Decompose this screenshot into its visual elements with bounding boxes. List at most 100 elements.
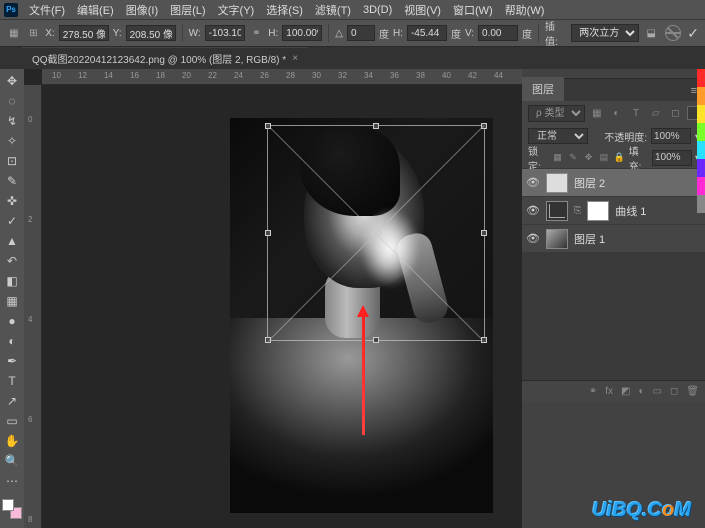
lasso-tool[interactable]: ↯ — [3, 113, 21, 129]
filter-pixel-icon[interactable]: ▦ — [589, 106, 605, 120]
fill-input[interactable] — [652, 150, 692, 166]
lock-pixels-icon[interactable]: ✎ — [567, 151, 579, 165]
swatch[interactable] — [697, 105, 705, 123]
zoom-tool[interactable]: 🔍 — [3, 453, 21, 469]
document-tab[interactable]: QQ截图20220412123642.png @ 100% (图层 2, RGB… — [22, 47, 308, 69]
menu-window[interactable]: 窗口(W) — [448, 0, 498, 20]
blur-tool[interactable]: ● — [3, 313, 21, 329]
h-input[interactable] — [282, 25, 322, 41]
swatch[interactable] — [697, 177, 705, 195]
interp-select[interactable]: 两次立方 — [571, 24, 639, 42]
menu-view[interactable]: 视图(V) — [399, 0, 446, 20]
layer-thumbnail[interactable] — [546, 229, 568, 249]
path-tool[interactable]: ↗ — [3, 393, 21, 409]
warp-icon[interactable]: ⬓ — [643, 25, 659, 41]
visibility-icon[interactable]: 👁 — [526, 232, 540, 246]
healing-tool[interactable]: ✜ — [3, 193, 21, 209]
v-skew-input[interactable] — [478, 25, 518, 41]
layer-row[interactable]: 👁 ⎘ 曲线 1 — [522, 197, 705, 225]
stamp-tool[interactable]: ▲ — [3, 233, 21, 249]
layer-name[interactable]: 图层 2 — [574, 175, 605, 191]
brush-tool[interactable]: ✓ — [3, 213, 21, 229]
ruler-vertical[interactable]: 0 2 4 6 8 — [24, 85, 42, 528]
commit-transform-button[interactable]: ✓ — [687, 25, 699, 42]
transform-tool-icon[interactable]: ▦ — [6, 25, 22, 41]
move-tool[interactable]: ✥ — [3, 73, 21, 89]
gradient-tool[interactable]: ▦ — [3, 293, 21, 309]
swatch[interactable] — [697, 159, 705, 177]
magic-wand-tool[interactable]: ✧ — [3, 133, 21, 149]
foreground-color[interactable] — [2, 499, 14, 511]
delete-icon[interactable]: 🗑 — [686, 386, 699, 397]
swatch[interactable] — [697, 69, 705, 87]
mask-thumbnail[interactable] — [587, 201, 609, 221]
adjustment-icon[interactable]: ◐ — [638, 386, 644, 397]
reference-point-icon[interactable]: ⊞ — [26, 25, 42, 41]
link-mask-icon[interactable]: ⎘ — [574, 205, 581, 216]
layer-thumbnail[interactable] — [546, 173, 568, 193]
layer-name[interactable]: 曲线 1 — [615, 203, 646, 219]
menu-layer[interactable]: 图层(L) — [165, 0, 210, 20]
adjustment-thumbnail[interactable] — [546, 201, 568, 221]
lock-artboard-icon[interactable]: ▤ — [598, 151, 610, 165]
menu-select[interactable]: 选择(S) — [261, 0, 308, 20]
group-icon[interactable]: ▭ — [653, 386, 662, 397]
y-input[interactable] — [126, 25, 176, 41]
visibility-icon[interactable]: 👁 — [526, 176, 540, 190]
document-title: QQ截图20220412123642.png @ 100% (图层 2, RGB… — [32, 51, 286, 66]
lock-transparent-icon[interactable]: ▦ — [551, 151, 563, 165]
filter-smart-icon[interactable]: ◻ — [668, 106, 684, 120]
link-layers-icon[interactable]: ⚭ — [589, 386, 597, 397]
x-input[interactable] — [59, 25, 109, 41]
swatch[interactable] — [697, 87, 705, 105]
swatch[interactable] — [697, 141, 705, 159]
canvas[interactable] — [42, 85, 522, 528]
edit-toolbar[interactable]: ⋯ — [3, 473, 21, 489]
filter-type-icon[interactable]: T — [628, 106, 644, 120]
filter-shape-icon[interactable]: ▱ — [648, 106, 664, 120]
close-icon[interactable]: × — [292, 53, 298, 64]
shape-tool[interactable]: ▭ — [3, 413, 21, 429]
eraser-tool[interactable]: ◧ — [3, 273, 21, 289]
layer-filter-row: ρ 类型 ▦ ◐ T ▱ ◻ — [522, 101, 705, 125]
menu-type[interactable]: 文字(Y) — [213, 0, 260, 20]
opacity-input[interactable] — [651, 128, 691, 144]
crop-tool[interactable]: ⊡ — [3, 153, 21, 169]
w-input[interactable] — [205, 25, 245, 41]
menu-3d[interactable]: 3D(D) — [358, 2, 397, 18]
menu-file[interactable]: 文件(F) — [24, 0, 70, 20]
filter-adjust-icon[interactable]: ◐ — [609, 106, 625, 120]
layer-row[interactable]: 👁 图层 2 — [522, 169, 705, 197]
menu-filter[interactable]: 滤镜(T) — [310, 0, 356, 20]
visibility-icon[interactable]: 👁 — [526, 204, 540, 218]
swatch[interactable] — [697, 123, 705, 141]
mask-icon[interactable]: ◩ — [621, 386, 630, 397]
dodge-tool[interactable]: ◐ — [3, 333, 21, 349]
history-brush-tool[interactable]: ↶ — [3, 253, 21, 269]
interp-label: 插值: — [545, 18, 567, 48]
layer-name[interactable]: 图层 1 — [574, 231, 605, 247]
layer-row[interactable]: 👁 图层 1 — [522, 225, 705, 253]
type-tool[interactable]: T — [3, 373, 21, 389]
lock-all-icon[interactable]: 🔒 — [613, 151, 625, 165]
layers-empty-area[interactable] — [522, 253, 705, 380]
menu-image[interactable]: 图像(I) — [121, 0, 163, 20]
filter-type-select[interactable]: ρ 类型 — [528, 105, 585, 122]
eyedropper-tool[interactable]: ✎ — [3, 173, 21, 189]
menu-edit[interactable]: 编辑(E) — [72, 0, 119, 20]
swatch[interactable] — [697, 195, 705, 213]
ruler-horizontal[interactable]: 10 12 14 16 18 20 22 24 26 28 30 32 34 3… — [42, 69, 522, 85]
link-wh-icon[interactable]: ⚭ — [249, 25, 265, 41]
hand-tool[interactable]: ✋ — [3, 433, 21, 449]
color-swatches[interactable] — [2, 499, 22, 519]
h-skew-input[interactable] — [407, 25, 447, 41]
menu-help[interactable]: 帮助(W) — [500, 0, 550, 20]
lock-position-icon[interactable]: ✥ — [582, 151, 594, 165]
tab-layers[interactable]: 图层 — [522, 77, 564, 101]
pen-tool[interactable]: ✒ — [3, 353, 21, 369]
angle-input[interactable] — [347, 25, 375, 41]
cancel-transform-button[interactable] — [665, 25, 681, 41]
new-layer-icon[interactable]: ◻ — [670, 386, 678, 397]
marquee-tool[interactable]: ◌ — [3, 93, 21, 109]
fx-icon[interactable]: fx — [605, 386, 613, 397]
